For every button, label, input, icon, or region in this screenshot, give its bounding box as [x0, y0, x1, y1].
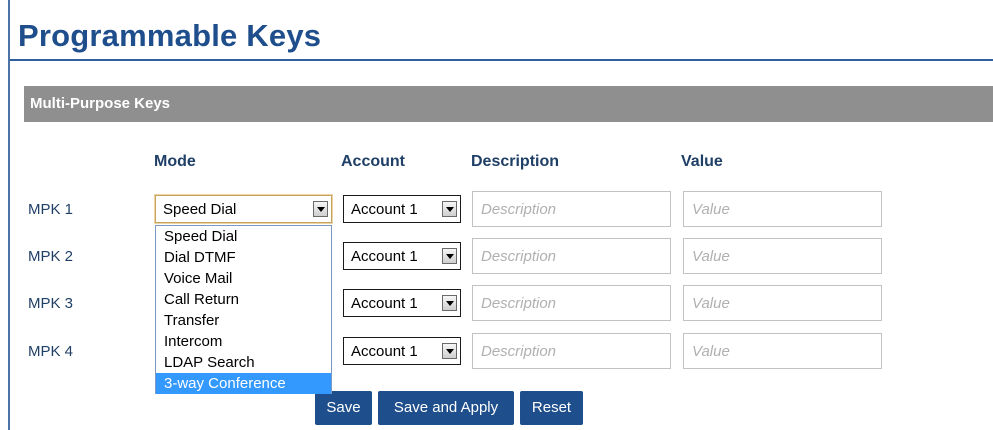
mode-select-value: Speed Dial	[163, 201, 237, 218]
account-select-mpk3[interactable]: Account 1	[343, 289, 461, 317]
mode-select-mpk1[interactable]: Speed Dial	[155, 195, 332, 223]
account-select-value: Account 1	[351, 201, 418, 218]
title-divider	[10, 59, 993, 61]
dropdown-option-highlighted[interactable]: 3-way Conference	[156, 373, 331, 394]
row-label-mpk4: MPK 4	[28, 343, 74, 360]
reset-button[interactable]: Reset	[520, 391, 583, 425]
description-input-mpk2[interactable]	[472, 238, 671, 274]
section-header: Multi-Purpose Keys	[24, 86, 993, 122]
dropdown-option[interactable]: Call Return	[156, 289, 331, 310]
chevron-down-icon[interactable]	[313, 201, 328, 217]
dropdown-option[interactable]: Transfer	[156, 310, 331, 331]
value-input-mpk1[interactable]	[683, 191, 882, 227]
chevron-down-icon[interactable]	[442, 201, 457, 217]
row-label-mpk1: MPK 1	[28, 201, 74, 218]
chevron-down-icon[interactable]	[442, 248, 457, 264]
description-input-mpk1[interactable]	[472, 191, 671, 227]
dropdown-option[interactable]: Speed Dial	[156, 226, 331, 247]
dropdown-option[interactable]: LDAP Search	[156, 352, 331, 373]
account-select-value: Account 1	[351, 248, 418, 265]
column-header-mode: Mode	[154, 153, 196, 170]
account-select-value: Account 1	[351, 343, 418, 360]
value-input-mpk2[interactable]	[683, 238, 882, 274]
mode-dropdown-list[interactable]: Speed Dial Dial DTMF Voice Mail Call Ret…	[155, 225, 332, 394]
description-input-mpk3[interactable]	[472, 285, 671, 321]
chevron-down-icon[interactable]	[442, 295, 457, 311]
row-label-mpk3: MPK 3	[28, 295, 74, 312]
dropdown-option[interactable]: Voice Mail	[156, 268, 331, 289]
account-select-mpk1[interactable]: Account 1	[343, 195, 461, 223]
value-input-mpk3[interactable]	[683, 285, 882, 321]
dropdown-option[interactable]: Intercom	[156, 331, 331, 352]
column-header-description: Description	[471, 153, 560, 170]
dropdown-option[interactable]: Dial DTMF	[156, 247, 331, 268]
page-title: Programmable Keys	[18, 18, 322, 53]
column-header-account: Account	[341, 153, 405, 170]
account-select-mpk4[interactable]: Account 1	[343, 337, 461, 365]
row-label-mpk2: MPK 2	[28, 248, 74, 265]
save-and-apply-button[interactable]: Save and Apply	[378, 391, 514, 425]
value-input-mpk4[interactable]	[683, 333, 882, 369]
save-button[interactable]: Save	[315, 391, 372, 425]
column-header-value: Value	[681, 153, 723, 170]
account-select-value: Account 1	[351, 295, 418, 312]
account-select-mpk2[interactable]: Account 1	[343, 242, 461, 270]
chevron-down-icon[interactable]	[442, 343, 457, 359]
description-input-mpk4[interactable]	[472, 333, 671, 369]
